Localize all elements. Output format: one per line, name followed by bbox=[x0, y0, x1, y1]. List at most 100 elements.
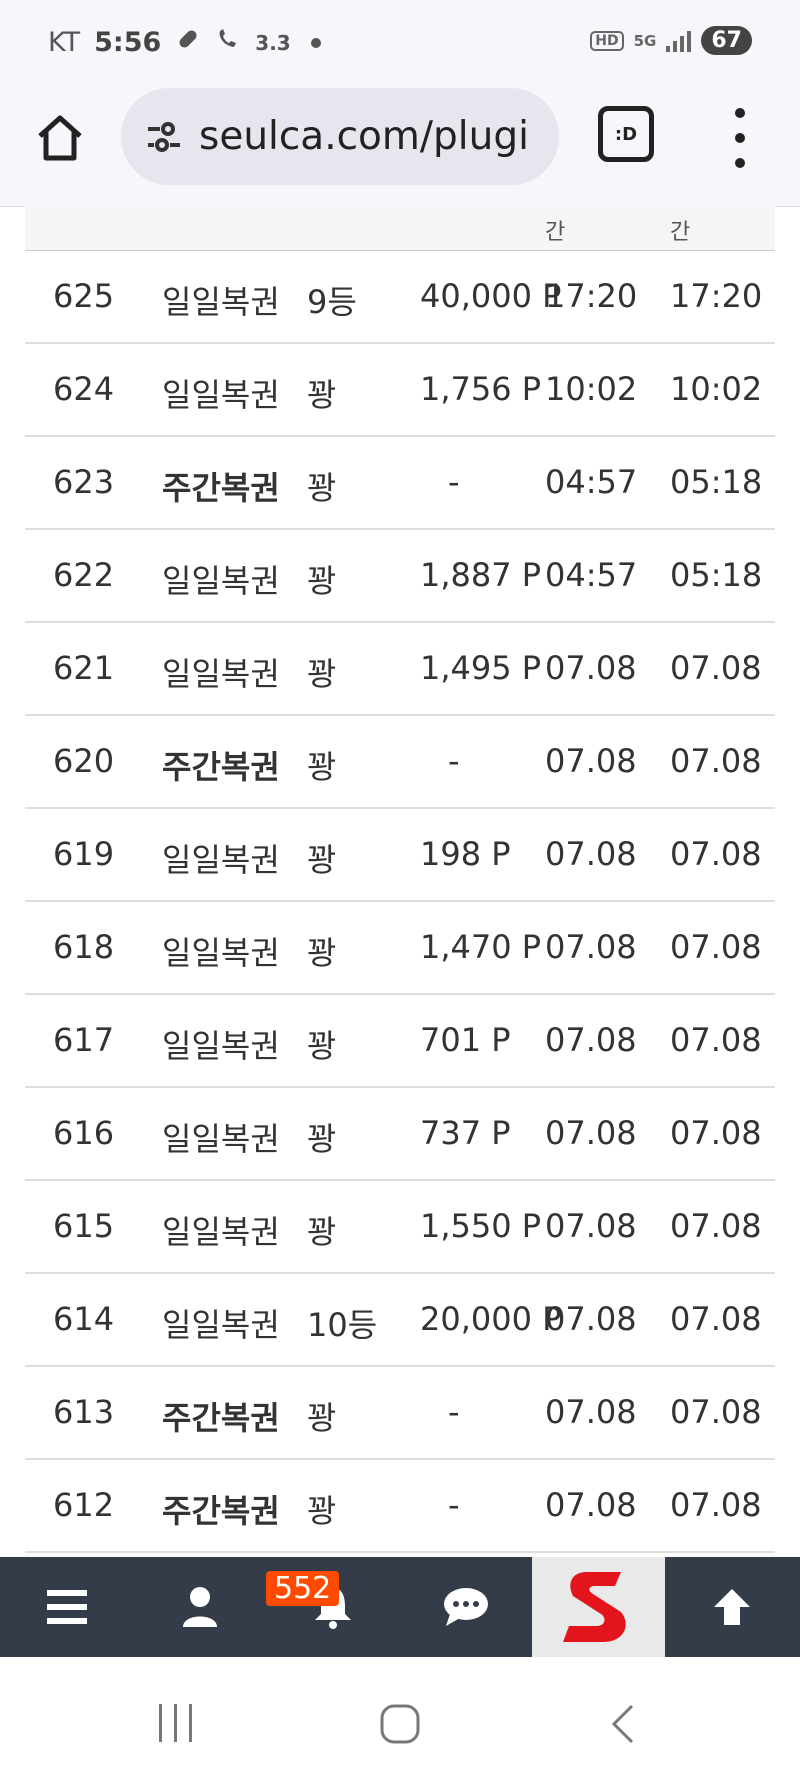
lottery-type: 일일복권 bbox=[162, 934, 280, 972]
lottery-rank: 9등 bbox=[307, 283, 357, 321]
table-row[interactable]: 614 일일복권 10등 20,000 P 07.08 07.08 bbox=[25, 1274, 775, 1367]
lottery-rank: 꽝 bbox=[307, 1027, 337, 1065]
table-row[interactable]: 623 주간복권 꽝 - 04:57 05:18 bbox=[25, 437, 775, 530]
tab-switcher-button[interactable]: :D bbox=[598, 106, 654, 162]
prize-amount: - bbox=[448, 1486, 460, 1524]
time-start: 07.08 bbox=[545, 1486, 637, 1524]
lottery-rank: 꽝 bbox=[307, 841, 337, 879]
prize-amount: 20,000 P bbox=[420, 1300, 562, 1338]
prize-amount: 1,495 P bbox=[420, 649, 542, 687]
lottery-type: 일일복권 bbox=[162, 1027, 280, 1065]
prize-amount: - bbox=[448, 742, 460, 780]
lottery-type: 일일복권 bbox=[162, 283, 280, 321]
prize-amount: - bbox=[448, 463, 460, 501]
table-row[interactable]: 619 일일복권 꽝 198 P 07.08 07.08 bbox=[25, 809, 775, 902]
lottery-type: 일일복권 bbox=[162, 1120, 280, 1158]
lottery-type: 주간복권 bbox=[162, 1399, 280, 1437]
time-end: 05:18 bbox=[670, 463, 763, 501]
time-start: 07.08 bbox=[545, 1021, 637, 1059]
time-end: 07.08 bbox=[670, 1486, 762, 1524]
back-icon[interactable] bbox=[606, 1702, 642, 1746]
lottery-rank: 꽝 bbox=[307, 376, 337, 414]
lottery-type: 일일복권 bbox=[162, 1306, 280, 1344]
time-end: 07.08 bbox=[670, 742, 762, 780]
url-text[interactable]: seulca.com/plugi bbox=[199, 114, 529, 159]
home-button[interactable] bbox=[30, 108, 90, 168]
lottery-rank: 꽝 bbox=[307, 655, 337, 693]
time-end: 07.08 bbox=[670, 1114, 762, 1152]
time-end: 17:20 bbox=[670, 277, 763, 315]
table-row[interactable]: 622 일일복권 꽝 1,887 P 04:57 05:18 bbox=[25, 530, 775, 623]
table-row[interactable]: 613 주간복권 꽝 - 07.08 07.08 bbox=[25, 1367, 775, 1460]
table-row[interactable]: 620 주간복권 꽝 - 07.08 07.08 bbox=[25, 716, 775, 809]
user-icon bbox=[182, 1587, 217, 1627]
pill-icon bbox=[175, 26, 201, 59]
notification-badge: 552 bbox=[266, 1571, 340, 1606]
row-number: 619 bbox=[53, 835, 115, 873]
table-row[interactable]: 618 일일복권 꽝 1,470 P 07.08 07.08 bbox=[25, 902, 775, 995]
lottery-history-table: 간 간 625 일일복권 9등 40,000 P 17:20 17:20 624 일일복권 꽝 1… bbox=[25, 206, 775, 1553]
notifications-button[interactable]: 552 bbox=[266, 1557, 399, 1657]
lottery-type: 주간복권 bbox=[162, 748, 280, 786]
row-number: 618 bbox=[53, 928, 115, 966]
home-nav-icon[interactable] bbox=[378, 1702, 422, 1746]
lottery-rank: 꽝 bbox=[307, 562, 337, 600]
time-end: 05:18 bbox=[670, 556, 763, 594]
prize-amount: 198 P bbox=[420, 835, 511, 873]
lottery-type: 일일복권 bbox=[162, 1213, 280, 1251]
lottery-rank: 꽝 bbox=[307, 934, 337, 972]
table-row[interactable]: 621 일일복권 꽝 1,495 P 07.08 07.08 bbox=[25, 623, 775, 716]
bottom-nav: 552 bbox=[0, 1557, 800, 1657]
time-start: 04:57 bbox=[545, 556, 638, 594]
site-settings-icon[interactable] bbox=[139, 112, 189, 162]
site-logo-button[interactable] bbox=[532, 1557, 665, 1657]
lottery-type: 일일복권 bbox=[162, 376, 280, 414]
row-number: 614 bbox=[53, 1300, 115, 1338]
home-icon bbox=[38, 115, 82, 161]
prize-amount: 1,470 P bbox=[420, 928, 542, 966]
address-bar[interactable]: seulca.com/plugi bbox=[121, 88, 559, 185]
row-number: 613 bbox=[53, 1393, 115, 1431]
row-number: 617 bbox=[53, 1021, 115, 1059]
row-number: 623 bbox=[53, 463, 115, 501]
lottery-type: 일일복권 bbox=[162, 841, 280, 879]
prize-amount: 1,550 P bbox=[420, 1207, 542, 1245]
time-end: 07.08 bbox=[670, 1393, 762, 1431]
status-bar: KT 5:56 3.3 HD 5G 67 bbox=[0, 0, 800, 88]
hd-icon: HD bbox=[590, 30, 624, 51]
row-number: 616 bbox=[53, 1114, 115, 1152]
prize-amount: 737 P bbox=[420, 1114, 511, 1152]
row-number: 625 bbox=[53, 277, 115, 315]
scroll-top-button[interactable] bbox=[665, 1557, 798, 1657]
lottery-rank: 꽝 bbox=[307, 1213, 337, 1251]
time-start: 07.08 bbox=[545, 742, 637, 780]
table-row[interactable]: 616 일일복권 꽝 737 P 07.08 07.08 bbox=[25, 1088, 775, 1181]
speed-value: 3.3 bbox=[255, 30, 291, 55]
menu-button[interactable] bbox=[0, 1557, 133, 1657]
time-start: 07.08 bbox=[545, 1114, 637, 1152]
browser-toolbar: seulca.com/plugi :D bbox=[0, 88, 800, 207]
table-row[interactable]: 615 일일복권 꽝 1,550 P 07.08 07.08 bbox=[25, 1181, 775, 1274]
table-row[interactable]: 625 일일복권 9등 40,000 P 17:20 17:20 bbox=[25, 251, 775, 344]
arrow-up-icon bbox=[713, 1589, 750, 1625]
profile-button[interactable] bbox=[133, 1557, 266, 1657]
lottery-type: 일일복권 bbox=[162, 655, 280, 693]
hamburger-icon bbox=[46, 1590, 87, 1624]
call-wifi-icon bbox=[215, 26, 241, 59]
time-end: 07.08 bbox=[670, 1300, 762, 1338]
lottery-rank: 꽝 bbox=[307, 469, 337, 507]
clock: 5:56 bbox=[94, 27, 162, 58]
row-number: 620 bbox=[53, 742, 115, 780]
time-start: 07.08 bbox=[545, 928, 637, 966]
table-row[interactable]: 617 일일복권 꽝 701 P 07.08 07.08 bbox=[25, 995, 775, 1088]
time-end: 07.08 bbox=[670, 649, 762, 687]
time-end: 07.08 bbox=[670, 928, 762, 966]
signal-icon bbox=[666, 30, 692, 52]
recent-apps-icon[interactable] bbox=[155, 1702, 197, 1744]
browser-menu-button[interactable] bbox=[725, 108, 755, 168]
time-start: 07.08 bbox=[545, 1300, 637, 1338]
table-row[interactable]: 612 주간복권 꽝 - 07.08 07.08 bbox=[25, 1460, 775, 1553]
lottery-rank: 꽝 bbox=[307, 748, 337, 786]
chat-button[interactable] bbox=[399, 1557, 532, 1657]
table-row[interactable]: 624 일일복권 꽝 1,756 P 10:02 10:02 bbox=[25, 344, 775, 437]
